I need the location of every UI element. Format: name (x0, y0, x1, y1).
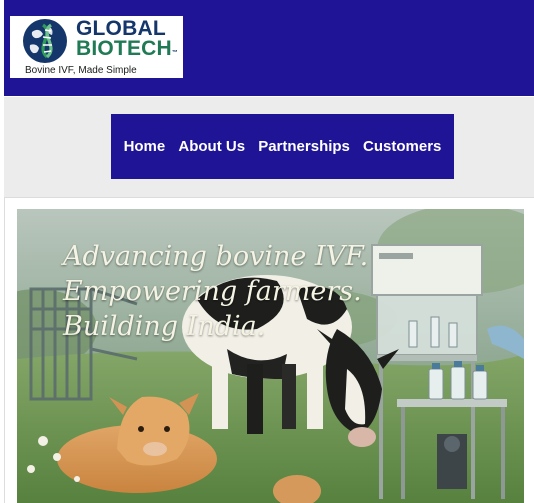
hero-line-2: Empowering farmers. (63, 276, 362, 307)
nav-item-customers[interactable]: Customers (363, 138, 441, 155)
brand-name-line2: BIOTECH (76, 37, 172, 60)
hero-headline: Advancing bovine IVF. Empowering farmers… (63, 239, 368, 344)
content-divider (4, 198, 5, 503)
nav-item-about-us[interactable]: About Us (178, 138, 245, 155)
logo[interactable]: GLOBAL BIOTECH™ Bovine IVF, Made Simple (10, 16, 183, 78)
nav-item-home[interactable]: Home (124, 138, 166, 155)
trademark-mark: ™ (171, 50, 179, 56)
globe-dna-icon (23, 19, 67, 63)
hero-banner: Advancing bovine IVF. Empowering farmers… (17, 209, 524, 503)
hero-line-3: Building India. (63, 311, 266, 342)
brand-name: GLOBAL BIOTECH™ (76, 18, 179, 60)
brand-tagline: Bovine IVF, Made Simple (25, 65, 137, 76)
site-header: GLOBAL BIOTECH™ Bovine IVF, Made Simple (4, 0, 534, 96)
nav-item-partnerships[interactable]: Partnerships (258, 138, 350, 155)
hero-line-1: Advancing bovine IVF. (63, 241, 369, 272)
main-nav: Home About Us Partnerships Customers (111, 114, 454, 179)
